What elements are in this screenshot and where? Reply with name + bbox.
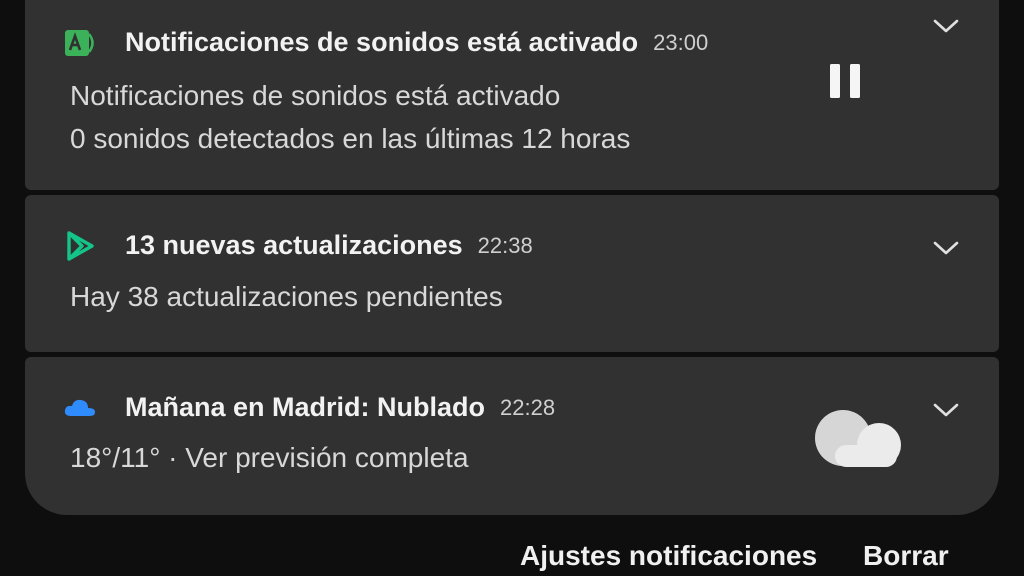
expand-button[interactable] [931, 397, 961, 427]
notification-card-sound[interactable]: Notificaciones de sonidos está activado … [25, 0, 999, 190]
weather-cloud-icon [62, 390, 98, 426]
pause-button[interactable] [828, 62, 864, 100]
cloudy-weather-icon [815, 410, 903, 473]
notification-text: Hay 38 actualizaciones pendientes [70, 281, 503, 312]
notification-text: 18°/11° · Ver previsión completa [70, 442, 469, 473]
notification-title: Notificaciones de sonidos está activado [125, 27, 639, 57]
expand-button[interactable] [931, 235, 961, 265]
notification-header: Mañana en Madrid: Nublado 22:28 [64, 392, 556, 423]
chevron-down-icon [932, 17, 960, 40]
notification-header: 13 nuevas actualizaciones 22:38 [67, 230, 533, 261]
notification-settings-button[interactable]: Ajustes notificaciones [520, 540, 817, 572]
pause-icon [828, 64, 864, 104]
play-store-icon [62, 228, 98, 264]
notification-card-weather[interactable]: Mañana en Madrid: Nublado 22:28 18°/11° … [25, 357, 999, 515]
notification-subtext: 0 sonidos detectados en las últimas 12 h… [70, 123, 631, 154]
chevron-down-icon [932, 239, 960, 262]
clear-all-button[interactable]: Borrar [863, 540, 949, 572]
notification-header: Notificaciones de sonidos está activado … [65, 27, 709, 58]
notification-title: Mañana en Madrid: Nublado [125, 392, 486, 422]
expand-button[interactable] [931, 13, 961, 43]
weather-image [815, 407, 903, 469]
notification-title: 13 nuevas actualizaciones [125, 230, 463, 260]
notification-card-updates[interactable]: 13 nuevas actualizaciones 22:38 Hay 38 a… [25, 195, 999, 352]
notification-time: 22:28 [500, 394, 556, 420]
chevron-down-icon [932, 401, 960, 424]
notification-time: 23:00 [653, 29, 709, 55]
notification-text: Notificaciones de sonidos está activado [70, 80, 561, 111]
notification-time: 22:38 [477, 232, 533, 258]
sound-notification-icon [62, 25, 98, 61]
